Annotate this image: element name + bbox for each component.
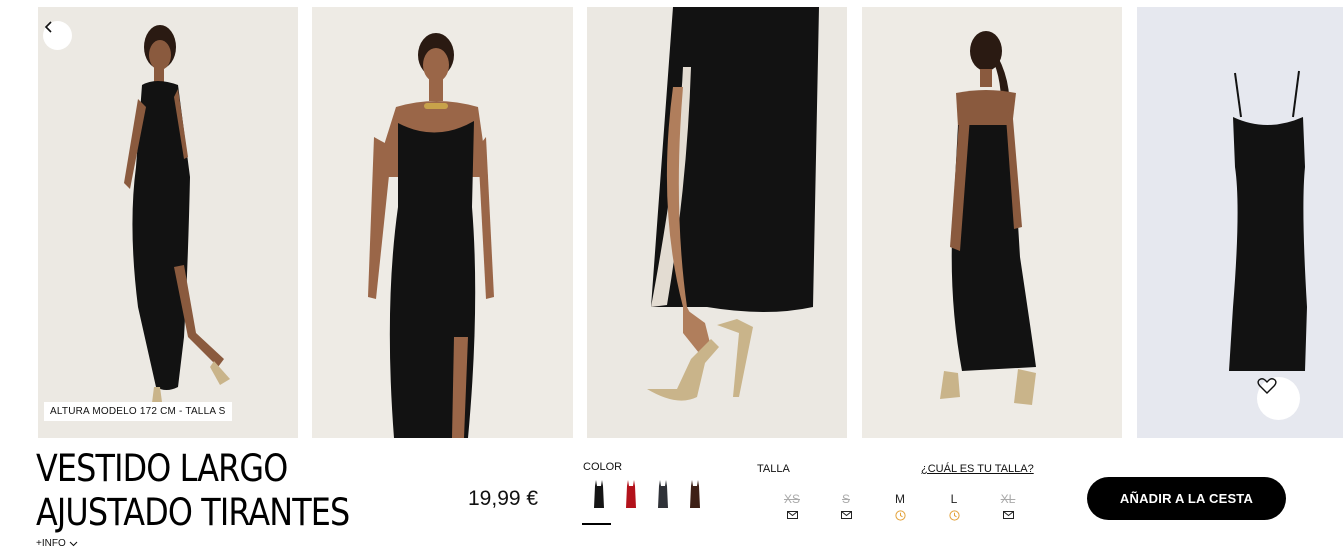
dress-red-icon [626,480,636,508]
clock-icon [894,509,906,521]
size-option-xl[interactable]: XL [981,492,1035,520]
size-guide-link[interactable]: ¿CUÁL ES TU TALLA? [921,463,1034,475]
product-photo-4[interactable] [862,7,1122,438]
size-option-label: XS [783,492,800,506]
mail-icon [840,510,852,520]
product-title: VESTIDO LARGO AJUSTADO TIRANTES [36,447,350,535]
more-info-label: +INFO [36,538,66,549]
color-swatch-black[interactable] [582,480,615,525]
heart-icon [1257,378,1277,394]
color-label: COLOR [583,461,623,473]
back-button[interactable] [43,21,72,50]
size-option-label: S [841,492,850,506]
model-height-tag: ALTURA MODELO 172 CM - TALLA S [44,402,232,421]
color-swatch-red[interactable] [615,480,647,524]
mail-icon [1002,510,1014,520]
chevron-left-icon [44,21,52,33]
size-option-l[interactable]: L [927,492,981,521]
wishlist-button[interactable] [1257,377,1300,420]
product-title-line-1: VESTIDO LARGO [36,447,288,490]
size-option-s[interactable]: S [819,492,873,520]
product-photo-1[interactable]: ALTURA MODELO 172 CM - TALLA S [38,7,298,438]
product-title-line-2: AJUSTADO TIRANTES [36,491,350,534]
more-info-toggle[interactable]: +INFO [36,538,78,549]
dress-brown-icon [690,480,700,508]
color-swatch-brown[interactable] [679,480,711,524]
product-photo-3[interactable] [587,7,847,438]
clock-icon [948,509,960,521]
size-option-xs[interactable]: XS [765,492,819,520]
chevron-down-icon [69,541,78,546]
size-option-label: M [895,492,905,506]
size-label: TALLA [757,463,790,475]
size-option-label: L [950,492,958,506]
mail-icon [786,510,798,520]
product-price: 19,99 € [468,487,539,510]
dress-black-icon [594,480,604,508]
size-option-m[interactable]: M [873,492,927,521]
color-swatches [582,480,711,525]
size-option-label: XL [1000,492,1016,506]
product-photo-5[interactable] [1137,7,1343,438]
add-to-cart-button[interactable]: AÑADIR A LA CESTA [1087,477,1286,520]
product-gallery[interactable]: ALTURA MODELO 172 CM - TALLA S [38,7,1343,438]
color-swatch-charcoal[interactable] [647,480,679,524]
product-photo-2[interactable] [312,7,573,438]
size-options: XS S M L XL [765,492,1035,521]
dress-charcoal-icon [658,480,668,508]
